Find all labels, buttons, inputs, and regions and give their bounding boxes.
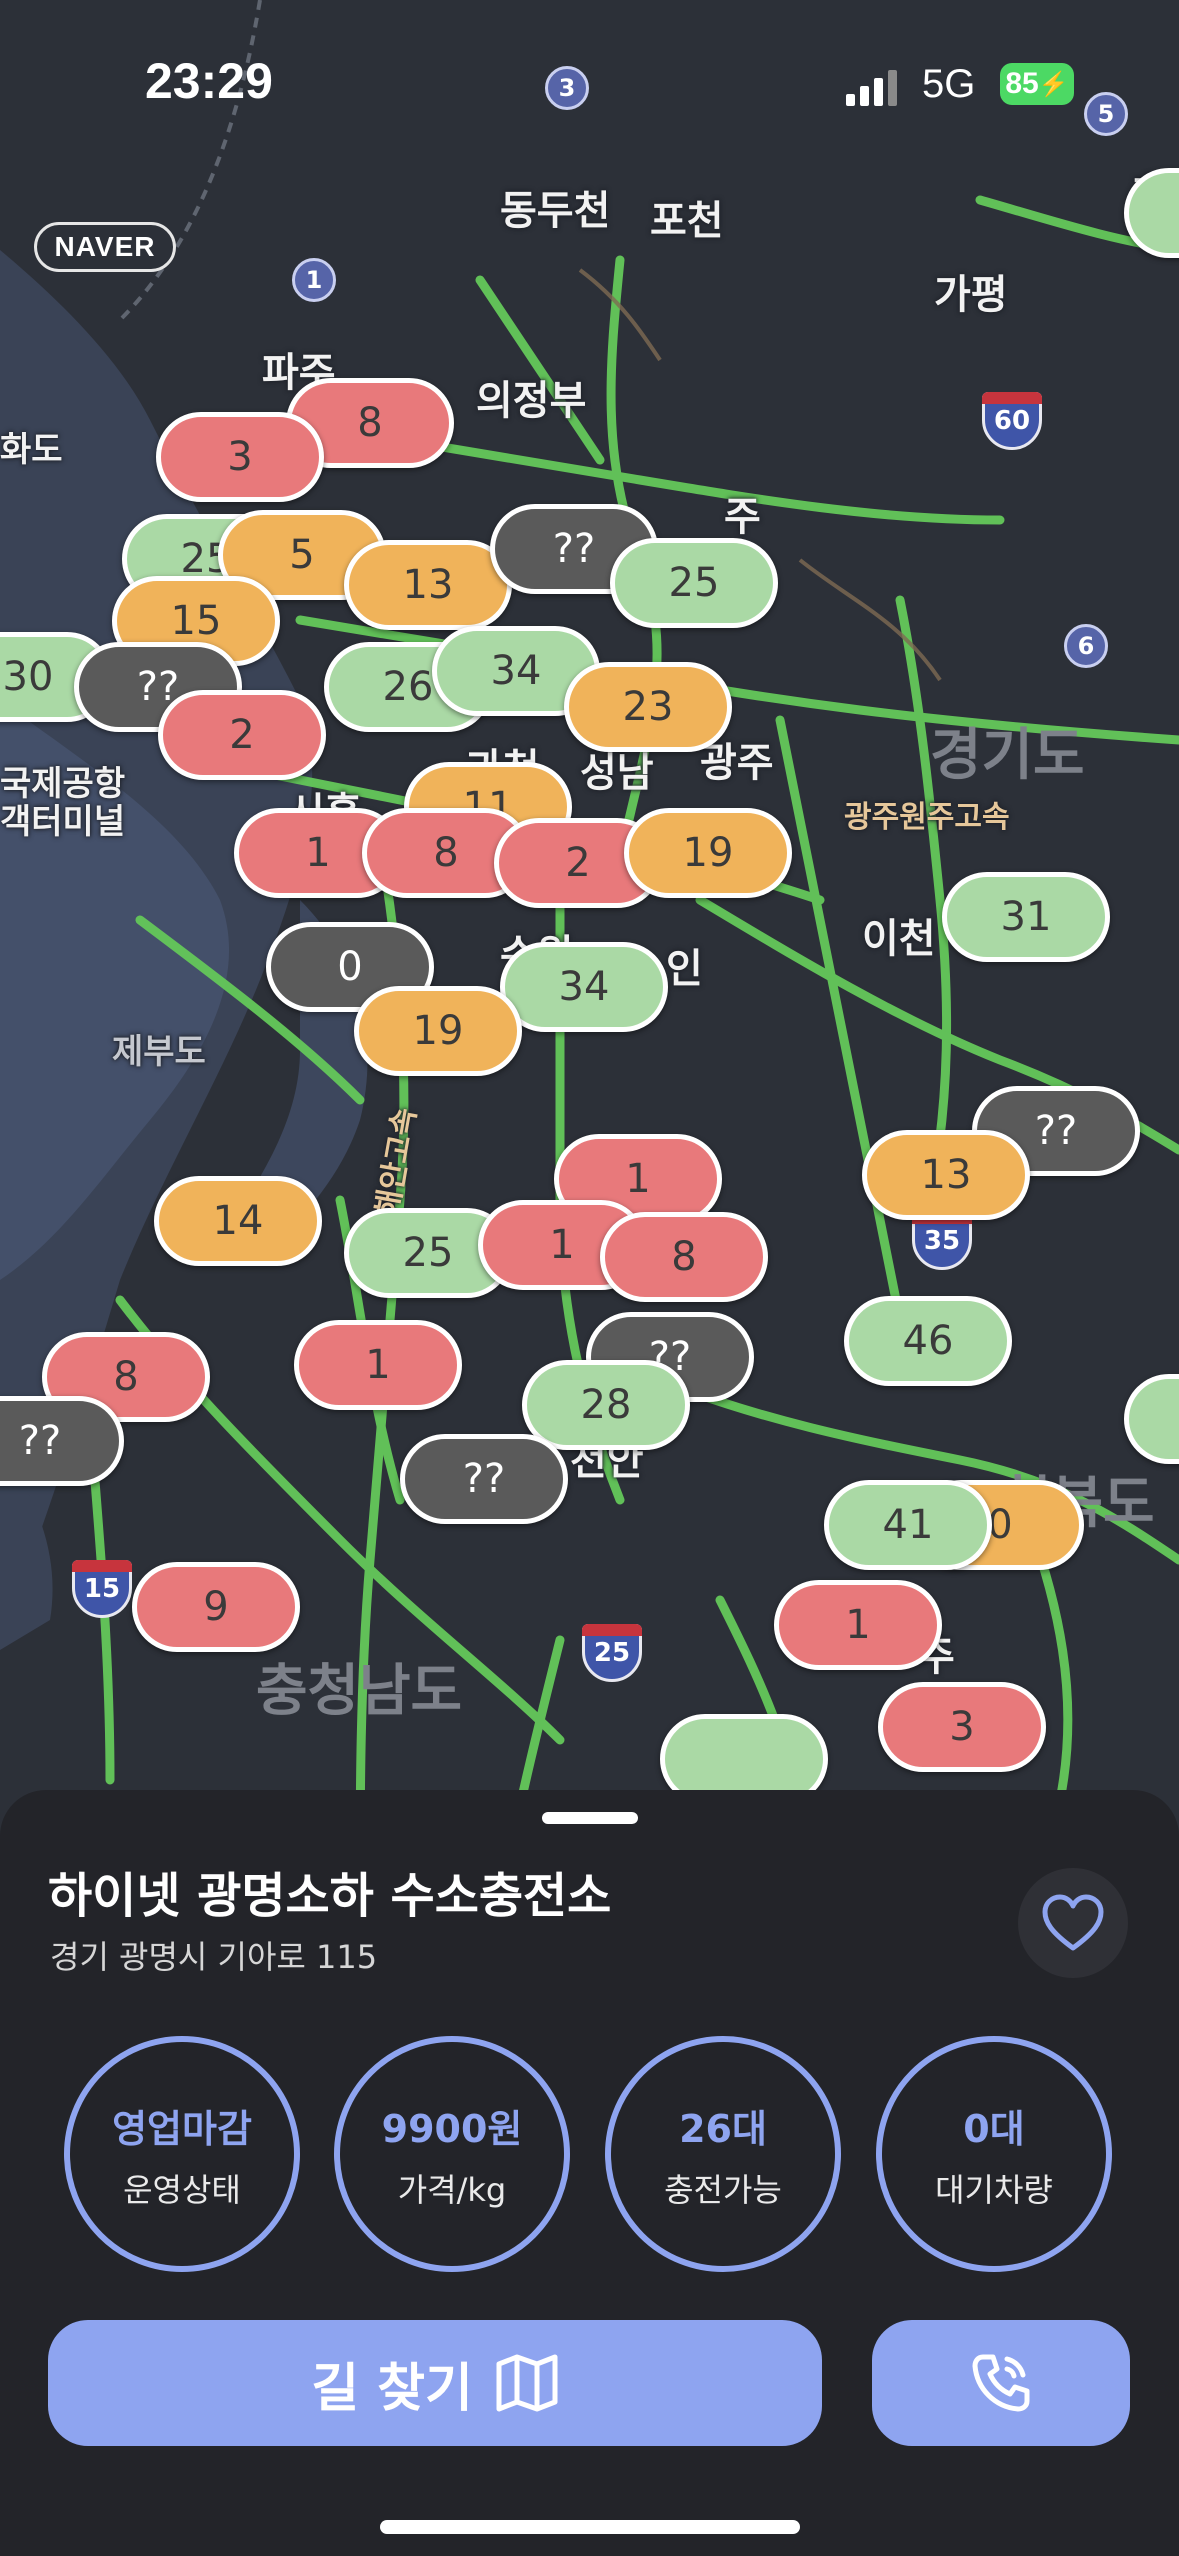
place-label: 의정부 — [476, 378, 587, 424]
charger-pin[interactable]: 25 — [610, 538, 778, 628]
stat-label: 가격/kg — [397, 2170, 507, 2209]
stat-value: 0대 — [963, 2106, 1025, 2151]
place-label: 이천 — [862, 916, 936, 962]
sheet-grabber[interactable] — [542, 1812, 638, 1824]
charger-pin[interactable]: 3 — [878, 1682, 1046, 1772]
route-marker: 1 — [292, 258, 336, 302]
charger-pin[interactable]: 46 — [844, 1296, 1012, 1386]
place-label: 제부도 — [112, 1032, 206, 1072]
network-type: 5G — [922, 62, 976, 106]
battery-indicator: 85 ⚡ — [1000, 63, 1074, 105]
charger-pin[interactable]: 13 — [344, 540, 512, 630]
charger-pin[interactable]: 31 — [942, 872, 1110, 962]
stat-value: 9900원 — [381, 2106, 523, 2151]
highway-shield: 15 — [72, 1560, 132, 1618]
charger-pin[interactable]: 1 — [774, 1580, 942, 1670]
station-name: 하이넷 광명소하 수소충전소 — [48, 1868, 612, 1924]
stat-price: 9900원 가격/kg — [334, 2036, 570, 2272]
place-label: 주 — [724, 494, 761, 540]
stat-operating-status: 영업마감 운영상태 — [64, 2036, 300, 2272]
stat-label: 충전가능 — [664, 2170, 782, 2209]
stat-waiting: 0대 대기차량 — [876, 2036, 1112, 2272]
directions-button[interactable]: 길 찾기 — [48, 2320, 822, 2446]
station-detail-sheet[interactable]: 하이넷 광명소하 수소충전소 경기 광명시 기아로 115 영업마감 운영상태 … — [0, 1790, 1179, 2556]
place-label: 인 — [666, 946, 703, 992]
charger-pin[interactable]: 2 — [158, 690, 326, 780]
charger-pin[interactable]: 41 — [824, 1480, 992, 1570]
charging-icon: ⚡ — [1038, 70, 1069, 98]
directions-label: 길 찾기 — [311, 2358, 473, 2419]
place-label: 광주원주고속 — [844, 800, 1010, 835]
cellular-signal-icon — [846, 70, 897, 106]
home-indicator — [380, 2520, 800, 2534]
place-label: 화도 — [0, 430, 63, 470]
phone-call-icon — [972, 2354, 1030, 2412]
charger-pin[interactable]: ?? — [0, 1396, 124, 1486]
stat-value: 26대 — [679, 2106, 767, 2151]
charger-pin[interactable]: 3 — [156, 412, 324, 502]
place-label: 객터미널 — [0, 802, 126, 842]
charger-pin[interactable]: ?? — [400, 1434, 568, 1524]
charger-pin[interactable]: 19 — [354, 986, 522, 1076]
charger-pin[interactable]: 13 — [862, 1130, 1030, 1220]
charger-pin[interactable]: 14 — [154, 1176, 322, 1266]
place-label: 충청남도 — [256, 1659, 463, 1724]
stat-label: 운영상태 — [123, 2170, 241, 2209]
charger-pin[interactable]: 34 — [500, 942, 668, 1032]
map-icon — [496, 2354, 558, 2412]
charger-pin[interactable]: 9 — [132, 1562, 300, 1652]
highway-shield: 60 — [982, 392, 1042, 450]
charger-pin[interactable]: 1 — [294, 1320, 462, 1410]
place-label: 가평 — [934, 272, 1008, 318]
charger-pin[interactable]: 23 — [564, 662, 732, 752]
naver-logo: NAVER — [34, 222, 176, 272]
clock: 23:29 — [145, 53, 273, 109]
battery-level: 85 — [1005, 67, 1039, 100]
status-bar: 23:29 5G 85 ⚡ — [0, 0, 1179, 150]
charger-pin[interactable]: 19 — [624, 808, 792, 898]
favorite-button[interactable] — [1018, 1868, 1128, 1978]
map-view[interactable]: NAVER 동두천 포천 가평 파주 의정부 화도 경기도 광주원주고속 광주 … — [0, 0, 1179, 1900]
charger-pin[interactable]: 8 — [600, 1212, 768, 1302]
place-label: 동두천 — [500, 188, 611, 234]
station-address: 경기 광명시 기아로 115 — [50, 1938, 378, 1976]
highway-shield: 25 — [582, 1624, 642, 1682]
call-button[interactable] — [872, 2320, 1130, 2446]
place-label: 경기도 — [930, 723, 1085, 788]
heart-icon — [1042, 1894, 1104, 1951]
route-marker: 6 — [1064, 624, 1108, 668]
stat-value: 영업마감 — [112, 2106, 252, 2151]
highway-shield: 35 — [912, 1212, 972, 1270]
place-label: 포천 — [650, 198, 724, 244]
stat-label: 대기차량 — [935, 2170, 1053, 2209]
charger-pin[interactable]: 28 — [522, 1360, 690, 1450]
stat-available: 26대 충전가능 — [605, 2036, 841, 2272]
